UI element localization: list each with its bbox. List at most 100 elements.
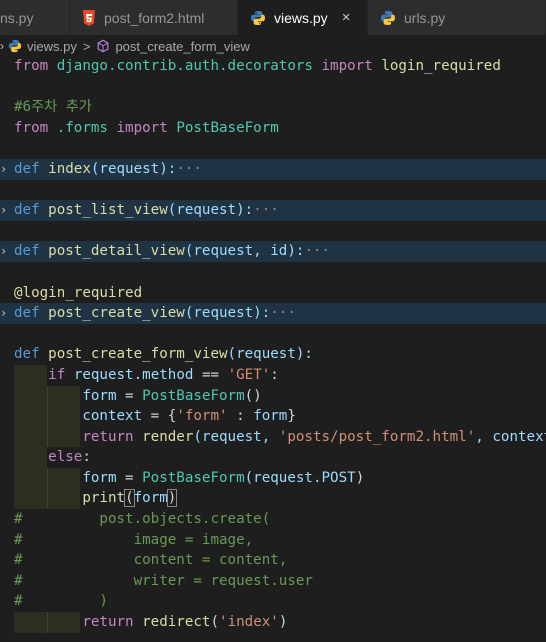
code-line: #6주차 추가: [0, 97, 546, 118]
arguments: , context): [475, 428, 546, 445]
keyword: def: [14, 202, 40, 219]
code-editor[interactable]: from django.contrib.auth.decorators impo…: [0, 56, 546, 633]
fold-ellipsis[interactable]: ···: [304, 243, 330, 259]
folded-function-line: › def post_detail_view(request, id):···: [0, 241, 546, 262]
string: 'posts/post_form2.html': [278, 428, 476, 445]
punctuation: ): [278, 614, 288, 631]
function-call: print: [82, 490, 126, 507]
comment-line: # ): [0, 591, 546, 612]
folded-function-line: › def post_create_view(request):···: [0, 303, 546, 324]
keyword: def: [14, 346, 40, 363]
code-line: form = PostBaseForm(request.POST): [0, 467, 546, 489]
html5-icon: [82, 9, 96, 26]
tab-post-form2-html[interactable]: post_form2.html: [70, 0, 238, 35]
tab-label: urls.py: [404, 9, 446, 26]
punctuation: :: [270, 366, 279, 383]
comment-marker: #: [14, 531, 23, 548]
chevron-right-icon[interactable]: ›: [0, 241, 7, 262]
keyword: def: [14, 160, 40, 177]
keyword: return: [82, 428, 134, 445]
variable: context: [82, 408, 143, 425]
code-line: print(form): [0, 488, 546, 510]
code-line: else:: [0, 447, 546, 468]
module-name: django.contrib.auth.decorators: [56, 58, 313, 74]
code-line: def post_create_form_view(request):: [0, 344, 546, 365]
identifier: login_required: [381, 58, 501, 74]
variable: form: [82, 387, 117, 404]
chevron-right-icon[interactable]: ›: [0, 159, 7, 180]
keyword: from: [14, 58, 49, 74]
variable: form: [133, 490, 168, 507]
punctuation: (: [210, 614, 220, 631]
tab-urls-py[interactable]: urls.py: [368, 0, 546, 35]
fold-ellipsis[interactable]: ···: [270, 305, 296, 321]
class-name: PostBaseForm: [142, 387, 245, 404]
operator: :: [227, 408, 254, 425]
comment-line: # post.objects.create(: [0, 509, 546, 530]
class-name: PostBaseForm: [142, 469, 245, 486]
params: (request):: [227, 346, 313, 363]
function-name: index: [48, 160, 91, 177]
punctuation: :: [82, 449, 91, 466]
keyword: if: [48, 366, 66, 383]
editor-tab-bar: ns.py post_form2.html views.py × urls.py: [0, 0, 546, 35]
function-name: post_create_form_view: [48, 346, 228, 363]
fold-ellipsis[interactable]: ···: [253, 202, 279, 218]
python-icon: [380, 10, 396, 26]
comment-marker: #: [14, 552, 23, 569]
function-name: post_detail_view: [48, 243, 185, 260]
code-line: return render(request, 'posts/post_form2…: [0, 426, 546, 448]
bracket-match: ): [166, 489, 178, 508]
params: (request):: [184, 305, 271, 322]
code-line: context = {'form' : form}: [0, 406, 546, 427]
fold-ellipsis[interactable]: ···: [176, 161, 202, 177]
attribute: POST: [321, 469, 356, 486]
comment: ): [99, 593, 108, 610]
comment-marker: #: [14, 593, 23, 610]
keyword: import: [321, 58, 373, 74]
keyword: def: [14, 243, 40, 260]
code-line: @login_required: [0, 283, 546, 304]
comment-marker: #: [14, 511, 23, 528]
function-call: redirect: [142, 614, 211, 631]
tab-label: ns.py: [0, 9, 34, 26]
comment: content = content,: [133, 552, 288, 569]
breadcrumb-file[interactable]: views.py: [27, 39, 77, 54]
operator: = {: [142, 408, 177, 425]
operator: =: [116, 469, 143, 486]
chevron-right-icon[interactable]: ›: [0, 200, 7, 221]
python-icon: [250, 10, 266, 26]
params: (request):: [90, 160, 177, 177]
keyword: def: [14, 305, 40, 322]
tab-views-py[interactable]: views.py ×: [238, 0, 368, 35]
keyword: else: [48, 449, 83, 466]
breadcrumb-symbol[interactable]: post_create_form_view: [115, 39, 249, 54]
arguments: (request.: [244, 469, 322, 486]
folded-function-line: › def index(request):···: [0, 158, 546, 180]
tab-ns-py[interactable]: ns.py: [0, 0, 70, 35]
comment: writer = request.user: [133, 572, 313, 589]
decorator: @login_required: [14, 284, 143, 301]
comment-line: # image = image,: [0, 530, 546, 551]
folded-function-line: › def post_list_view(request):···: [0, 200, 546, 221]
operator: =: [116, 387, 143, 404]
function-call: render: [142, 428, 194, 445]
close-icon[interactable]: ×: [342, 9, 351, 26]
chevron-right-icon[interactable]: ›: [0, 303, 7, 324]
keyword: from: [14, 119, 49, 136]
variable: request: [73, 366, 134, 383]
string: 'form': [176, 408, 228, 425]
variable: form: [82, 469, 117, 486]
punctuation: ): [355, 469, 365, 486]
tab-label: post_form2.html: [104, 9, 205, 26]
punctuation: (): [244, 387, 262, 404]
variable: form: [253, 408, 288, 425]
tab-label: views.py: [274, 9, 328, 26]
operator: ==: [193, 366, 228, 383]
